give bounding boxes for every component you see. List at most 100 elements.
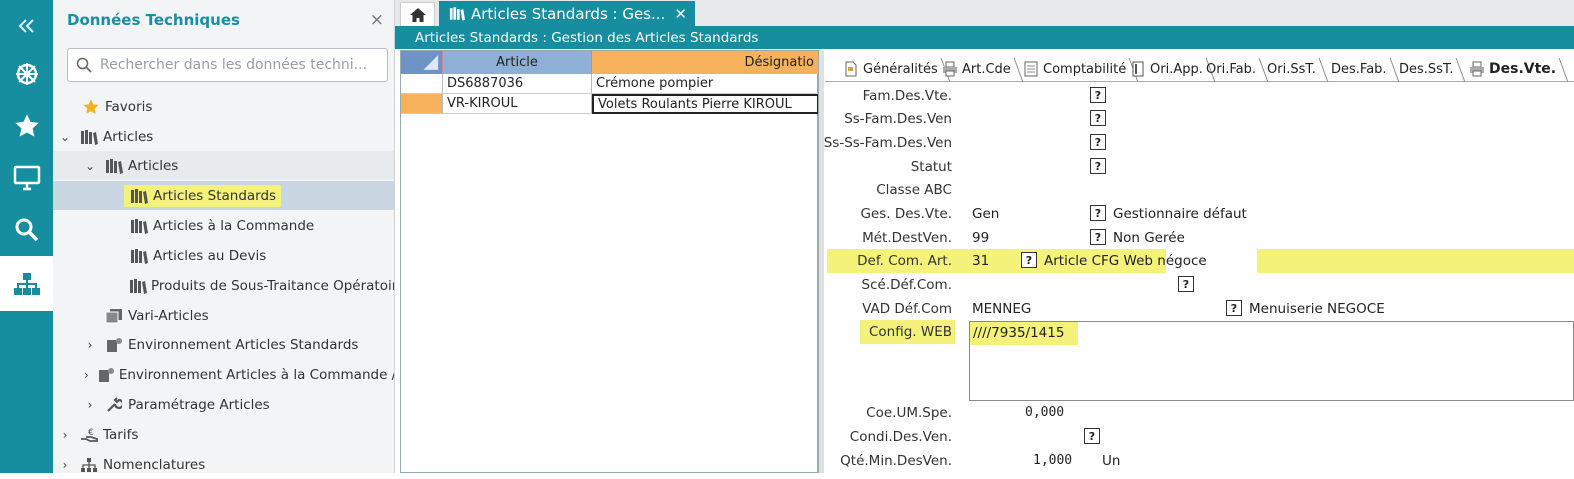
- lookup-condi-des-ven-button[interactable]: ?: [1084, 428, 1100, 444]
- tree-item-label: Articles à la Commande: [153, 217, 315, 234]
- tree-item-articles[interactable]: ⌄ Articles: [53, 122, 394, 151]
- books-icon: [129, 188, 149, 204]
- tree-item-parametrage-articles[interactable]: › Paramétrage Articles: [53, 390, 394, 419]
- rail-item-favorites[interactable]: [0, 100, 53, 152]
- select-all-corner[interactable]: [401, 51, 443, 74]
- met-dest-ven-description: Non Gerée: [1113, 230, 1185, 246]
- tree-item-env-articles-commande[interactable]: › Environnement Articles à la Commande /: [53, 360, 394, 389]
- tab-ori-app[interactable]: Ori.App.: [1126, 56, 1207, 82]
- rail-item-settings[interactable]: [0, 48, 53, 100]
- cell-designation[interactable]: Volets Roulants Pierre KIROUL: [592, 94, 819, 114]
- lookup-ss-fam-button[interactable]: ?: [1090, 110, 1106, 126]
- money-hand-icon: €: [79, 427, 99, 443]
- chevron-down-icon[interactable]: ⌄: [84, 159, 96, 173]
- lookup-fam-des-vte-button[interactable]: ?: [1090, 87, 1106, 103]
- tree-item-articles-devis[interactable]: Articles au Devis: [53, 241, 394, 270]
- ges-des-vte-value[interactable]: Gen: [972, 206, 999, 222]
- rail-item-technical-data[interactable]: [0, 256, 53, 311]
- rail-item-search[interactable]: [0, 204, 53, 256]
- tab-art-cde[interactable]: Art.Cde: [938, 56, 1015, 82]
- lookup-ges-des-vte-button[interactable]: ?: [1090, 205, 1106, 221]
- tree-item-label: Favoris: [105, 98, 153, 115]
- lookup-statut-button[interactable]: ?: [1090, 158, 1106, 174]
- row-indicator[interactable]: [401, 74, 443, 94]
- table-row[interactable]: DS6887036 Crémone pompier: [401, 74, 819, 94]
- def-com-art-value[interactable]: 31: [972, 253, 989, 269]
- table-row[interactable]: VR-KIROUL Volets Roulants Pierre KIROUL: [401, 94, 819, 114]
- tab-des-fab[interactable]: Des.Fab.: [1327, 56, 1391, 82]
- tab-label: Des.SsT.: [1399, 61, 1454, 77]
- tree-item-label: Articles: [128, 157, 179, 174]
- chevron-down-icon[interactable]: ⌄: [59, 130, 71, 144]
- column-header-designation[interactable]: Désignatio: [592, 51, 819, 74]
- tab-des-vte[interactable]: Des.Vte.: [1465, 56, 1560, 82]
- column-header-article[interactable]: Article: [443, 51, 592, 74]
- tab-label: Comptabilité: [1043, 61, 1127, 77]
- svg-text:€: €: [88, 428, 94, 438]
- lookup-sce-def-com-button[interactable]: ?: [1178, 276, 1194, 292]
- collapse-rail-button[interactable]: [0, 0, 53, 52]
- label-met-dest-ven: Mét.DestVen.: [862, 230, 952, 246]
- wrench-icon: [104, 396, 124, 413]
- chevron-right-icon[interactable]: ›: [59, 458, 71, 472]
- label-ges-des-vte: Ges. Des.Vte.: [860, 206, 952, 222]
- close-panel-button[interactable]: ×: [370, 10, 384, 30]
- tree-search-box[interactable]: [67, 48, 388, 82]
- label-def-com-art: Def. Com. Art.: [857, 253, 952, 269]
- tree-item-produits-sous-traitance[interactable]: Produits de Sous-Traitance Opératoir: [53, 271, 394, 300]
- tree-search-input[interactable]: [100, 57, 380, 73]
- corner-triangle-icon: [423, 55, 439, 70]
- tab-ori-sst[interactable]: Ori.SsT.: [1263, 56, 1320, 82]
- tree-item-nomenclatures[interactable]: › Nomenclatures: [53, 450, 394, 479]
- tree-item-env-articles-standards[interactable]: › Environnement Articles Standards: [53, 330, 394, 359]
- lookup-ss-ss-fam-button[interactable]: ?: [1090, 134, 1106, 150]
- document-window: Articles Standards : Ges... ✕ Articles S…: [395, 0, 1574, 473]
- chevron-right-icon[interactable]: ›: [59, 428, 71, 442]
- tab-label: Généralités: [863, 61, 938, 77]
- close-tab-button[interactable]: ✕: [674, 5, 687, 23]
- chevron-right-icon[interactable]: ›: [84, 338, 96, 352]
- environment-icon: [97, 367, 115, 383]
- tree-item-articles-standards[interactable]: Articles Standards: [53, 181, 394, 210]
- tab-articles-standards[interactable]: Articles Standards : Ges... ✕: [439, 1, 695, 26]
- row-indicator[interactable]: [401, 94, 443, 114]
- tree-item-label: Environnement Articles à la Commande /: [118, 366, 394, 383]
- lookup-def-com-art-button[interactable]: ?: [1021, 252, 1037, 268]
- pane-splitter[interactable]: [818, 50, 824, 473]
- tab-des-sst[interactable]: Des.SsT.: [1395, 56, 1457, 82]
- config-web-field[interactable]: ////7935/1415: [969, 321, 1574, 401]
- met-dest-ven-value[interactable]: 99: [972, 230, 989, 246]
- lookup-met-dest-ven-button[interactable]: ?: [1090, 229, 1106, 245]
- tab-comptabilite[interactable]: Comptabilité: [1019, 56, 1130, 82]
- cell-article[interactable]: DS6887036: [443, 74, 592, 94]
- printer-icon: [1469, 61, 1485, 77]
- chevron-right-icon[interactable]: ›: [84, 398, 96, 412]
- tree-item-tarifs[interactable]: › € Tarifs: [53, 420, 394, 449]
- tree-item-favoris[interactable]: Favoris: [53, 92, 394, 121]
- home-icon: [409, 7, 426, 22]
- vad-def-com-value[interactable]: MENNEG: [972, 301, 1031, 317]
- cell-article[interactable]: VR-KIROUL: [443, 94, 592, 114]
- books-icon: [104, 158, 124, 174]
- tree-item-articles-sub[interactable]: ⌄ Articles: [53, 151, 394, 180]
- tree-item-label: Articles: [103, 128, 154, 145]
- chevron-right-icon[interactable]: ›: [84, 368, 89, 382]
- home-tab[interactable]: [400, 2, 435, 26]
- qte-min-des-ven-value[interactable]: 1,000: [1033, 453, 1072, 468]
- tab-generalites[interactable]: Généralités: [839, 56, 942, 82]
- coe-um-spe-value[interactable]: 0,000: [1025, 405, 1064, 420]
- tree-item-label: Paramétrage Articles: [128, 396, 270, 413]
- tab-label: Des.Vte.: [1489, 61, 1557, 77]
- tree-item-vari-articles[interactable]: Vari-Articles: [53, 301, 394, 330]
- cell-designation[interactable]: Crémone pompier: [592, 74, 819, 94]
- rail-item-desktop[interactable]: [0, 152, 53, 204]
- def-com-art-description: Article CFG Web négoce: [1044, 253, 1207, 269]
- hierarchy-icon: [79, 457, 99, 473]
- ges-des-vte-description: Gestionnaire défaut: [1113, 206, 1247, 222]
- star-icon: [14, 114, 39, 137]
- star-icon: [81, 98, 101, 116]
- tree-item-articles-commande[interactable]: Articles à la Commande: [53, 211, 394, 240]
- tab-ori-fab[interactable]: Ori.Fab.: [1202, 56, 1260, 82]
- tab-label: Des.Fab.: [1331, 61, 1387, 77]
- lookup-vad-def-com-button[interactable]: ?: [1226, 300, 1242, 316]
